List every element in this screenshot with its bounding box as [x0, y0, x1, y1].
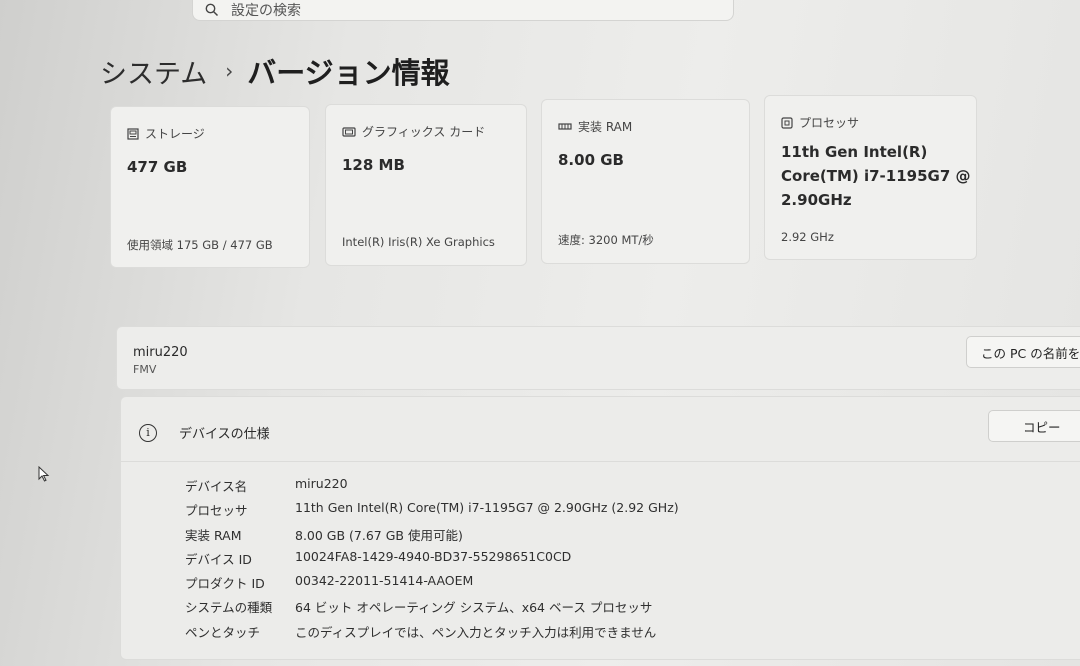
search-placeholder: 設定の検索: [231, 3, 301, 19]
spec-key: プロダクト ID: [185, 576, 265, 591]
spec-key: プロセッサ: [185, 503, 248, 518]
ram-icon: [558, 122, 572, 130]
device-name: miru220: [133, 345, 188, 360]
device-spec-header[interactable]: i デバイスの仕様: [139, 423, 270, 442]
spec-row: デバイス ID 10024FA8-1429-4940-BD37-55298651…: [185, 549, 571, 568]
storage-value: 477 GB: [127, 158, 188, 176]
processor-icon: [781, 116, 793, 129]
processor-card[interactable]: プロセッサ 11th Gen Intel(R) Core(TM) i7-1195…: [764, 95, 977, 260]
spec-key: デバイス名: [185, 479, 248, 494]
breadcrumb: システム › バージョン情報: [100, 50, 450, 92]
ram-card[interactable]: 実装 RAM 8.00 GB 速度: 3200 MT/秒: [541, 99, 750, 264]
spec-row: プロダクト ID 00342-22011-51414-AAOEM: [185, 573, 473, 592]
spec-row: ペンとタッチ このディスプレイでは、ペン入力とタッチ入力は利用できません: [185, 622, 656, 641]
page-title: バージョン情報: [247, 56, 450, 90]
spec-value: このディスプレイでは、ペン入力とタッチ入力は利用できません: [295, 625, 657, 640]
processor-speed: 2.92 GHz: [781, 230, 834, 244]
processor-line-3: 2.90GHz: [781, 191, 852, 209]
copy-button[interactable]: コピー: [988, 410, 1080, 442]
spec-value: 11th Gen Intel(R) Core(TM) i7-1195G7 @ 2…: [295, 500, 679, 515]
graphics-title: グラフィックス カード: [362, 125, 486, 139]
spec-value: 64 ビット オペレーティング システム、x64 ベース プロセッサ: [295, 600, 653, 615]
breadcrumb-system[interactable]: システム: [100, 52, 207, 91]
search-icon: [205, 3, 219, 17]
storage-card[interactable]: ストレージ 477 GB 使用領域 175 GB / 477 GB: [110, 106, 310, 268]
spec-value: miru220: [295, 476, 348, 491]
ram-value: 8.00 GB: [558, 151, 624, 169]
info-icon: i: [139, 423, 157, 442]
rename-pc-button[interactable]: この PC の名前を: [966, 336, 1080, 368]
spec-key: ペンとタッチ: [185, 625, 261, 640]
processor-name: 11th Gen Intel(R) Core(TM) i7-1195G7 @ 2…: [781, 140, 971, 212]
storage-icon: [127, 127, 139, 140]
device-model: FMV: [133, 363, 157, 376]
spec-row: 実装 RAM 8.00 GB (7.67 GB 使用可能): [185, 525, 463, 544]
spec-value: 10024FA8-1429-4940-BD37-55298651C0CD: [295, 549, 572, 564]
device-spec-panel: i デバイスの仕様 デバイス名 miru220 プロセッサ 11th Gen I…: [120, 396, 1080, 660]
divider: [121, 461, 1080, 462]
spec-row: システムの種類 64 ビット オペレーティング システム、x64 ベース プロセ…: [185, 597, 652, 616]
spec-value: 8.00 GB (7.67 GB 使用可能): [295, 528, 463, 543]
device-spec-title: デバイスの仕様: [179, 427, 270, 442]
processor-line-1: 11th Gen Intel(R): [781, 143, 928, 161]
graphics-card-icon: [342, 126, 356, 137]
processor-line-2: Core(TM) i7-1195G7 @: [781, 167, 971, 185]
graphics-memory: 128 MB: [342, 156, 405, 174]
storage-usage: 使用領域 175 GB / 477 GB: [127, 238, 273, 252]
settings-search-box[interactable]: 設定の検索: [192, 0, 734, 21]
graphics-card-card[interactable]: グラフィックス カード 128 MB Intel(R) Iris(R) Xe G…: [325, 104, 527, 266]
spec-row: デバイス名 miru220: [185, 476, 348, 495]
ram-speed: 速度: 3200 MT/秒: [558, 233, 654, 247]
mouse-cursor-icon: [38, 466, 50, 482]
spec-key: デバイス ID: [185, 552, 252, 567]
spec-key: 実装 RAM: [185, 528, 242, 543]
spec-value: 00342-22011-51414-AAOEM: [295, 573, 474, 588]
storage-title: ストレージ: [145, 127, 205, 141]
breadcrumb-separator: ›: [225, 59, 234, 83]
device-name-panel: miru220 FMV: [116, 326, 1080, 390]
ram-title: 実装 RAM: [578, 120, 633, 134]
spec-key: システムの種類: [185, 600, 273, 615]
graphics-name: Intel(R) Iris(R) Xe Graphics: [342, 235, 495, 249]
spec-row: プロセッサ 11th Gen Intel(R) Core(TM) i7-1195…: [185, 500, 679, 519]
processor-title: プロセッサ: [799, 116, 860, 130]
